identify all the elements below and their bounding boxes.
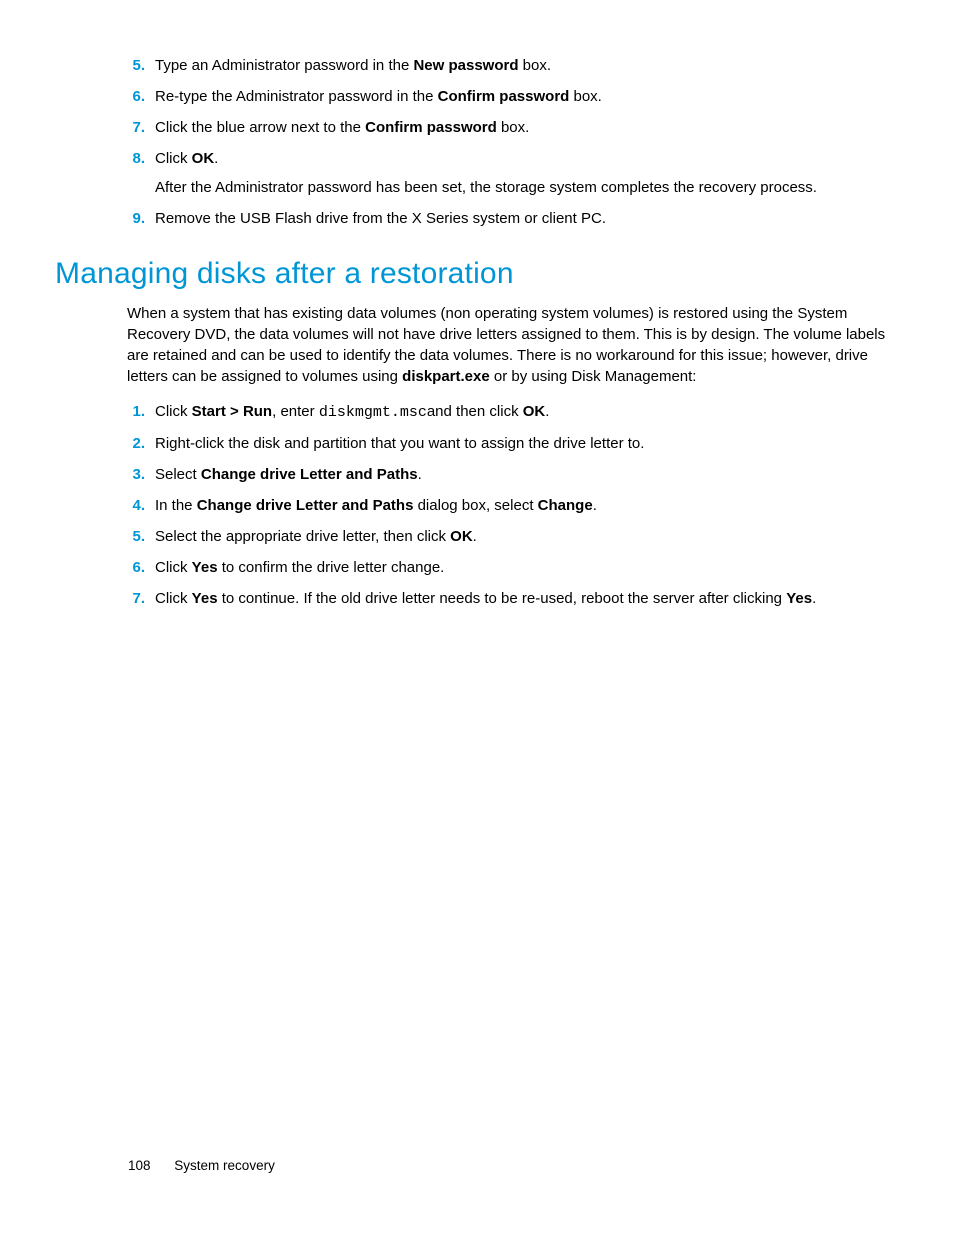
bold-text: Yes	[192, 559, 218, 576]
bold-text: New password	[413, 57, 518, 74]
list-item: 2.Right-click the disk and partition tha…	[135, 433, 899, 454]
list-item: 1.Click Start > Run, enter diskmgmt.msca…	[135, 401, 899, 423]
list-item: 4.In the Change drive Letter and Paths d…	[135, 495, 899, 516]
bold-text: Change	[538, 497, 593, 514]
list-number: 8.	[123, 148, 145, 169]
list-number: 1.	[123, 401, 145, 422]
list-subtext: After the Administrator password has bee…	[155, 177, 899, 198]
bold-text: Confirm password	[365, 119, 497, 136]
intro-bold: diskpart.exe	[402, 368, 490, 385]
bold-text: Confirm password	[438, 88, 570, 105]
list-item: 9.Remove the USB Flash drive from the X …	[135, 208, 899, 229]
list-item: 5.Select the appropriate drive letter, t…	[135, 526, 899, 547]
document-page: 5. Type an Administrator password in the …	[0, 0, 954, 1235]
list-item: 3.Select Change drive Letter and Paths.	[135, 464, 899, 485]
list-text: Click Yes to confirm the drive letter ch…	[155, 559, 444, 576]
bold-text: Change drive Letter and Paths	[197, 497, 414, 514]
list-number: 9.	[123, 208, 145, 229]
footer-title: System recovery	[174, 1158, 275, 1173]
list-item: 6.Click Yes to confirm the drive letter …	[135, 557, 899, 578]
list-number: 4.	[123, 495, 145, 516]
list-number: 7.	[123, 588, 145, 609]
bold-text: Yes	[786, 590, 812, 607]
bold-text: OK	[450, 528, 473, 545]
list-item: 5.Type an Administrator password in the …	[135, 55, 899, 76]
ordered-list-bottom: 1. Click Start > Run, enter diskmgmt.msca…	[55, 401, 899, 609]
list-text: Select the appropriate drive letter, the…	[155, 528, 477, 545]
list-item: 6.Re-type the Administrator password in …	[135, 86, 899, 107]
list-text: Select Change drive Letter and Paths.	[155, 466, 422, 483]
list-text: Click Start > Run, enter diskmgmt.mscand…	[155, 403, 549, 420]
list-number: 2.	[123, 433, 145, 454]
list-number: 6.	[123, 557, 145, 578]
list-text: Re-type the Administrator password in th…	[155, 88, 602, 105]
list-item: 7.Click the blue arrow next to the Confi…	[135, 117, 899, 138]
list-number: 5.	[123, 55, 145, 76]
page-number: 108	[128, 1158, 151, 1173]
list-text: Click the blue arrow next to the Confirm…	[155, 119, 529, 136]
section-heading: Managing disks after a restoration	[55, 257, 899, 291]
list-text: Click OK.	[155, 150, 218, 167]
intro-paragraph: When a system that has existing data vol…	[55, 303, 899, 387]
list-number: 5.	[123, 526, 145, 547]
list-item: 8.Click OK.After the Administrator passw…	[135, 148, 899, 198]
list-item: 7.Click Yes to continue. If the old driv…	[135, 588, 899, 609]
bold-text: OK	[523, 403, 546, 420]
list-text: Remove the USB Flash drive from the X Se…	[155, 210, 606, 227]
bold-text: Change drive Letter and Paths	[201, 466, 418, 483]
monospace-text: diskmgmt.msc	[319, 404, 427, 421]
list-text: Right-click the disk and partition that …	[155, 435, 644, 452]
bold-text: OK	[192, 150, 215, 167]
list-text: Type an Administrator password in the Ne…	[155, 57, 551, 74]
ordered-list-top: 5. Type an Administrator password in the …	[55, 55, 899, 229]
intro-post: or by using Disk Management:	[490, 368, 697, 385]
list-number: 6.	[123, 86, 145, 107]
list-text: In the Change drive Letter and Paths dia…	[155, 497, 597, 514]
bold-text: Yes	[192, 590, 218, 607]
page-footer: 108 System recovery	[128, 1158, 275, 1173]
bold-text: Start > Run	[192, 403, 272, 420]
list-number: 3.	[123, 464, 145, 485]
list-text: Click Yes to continue. If the old drive …	[155, 590, 816, 607]
list-number: 7.	[123, 117, 145, 138]
